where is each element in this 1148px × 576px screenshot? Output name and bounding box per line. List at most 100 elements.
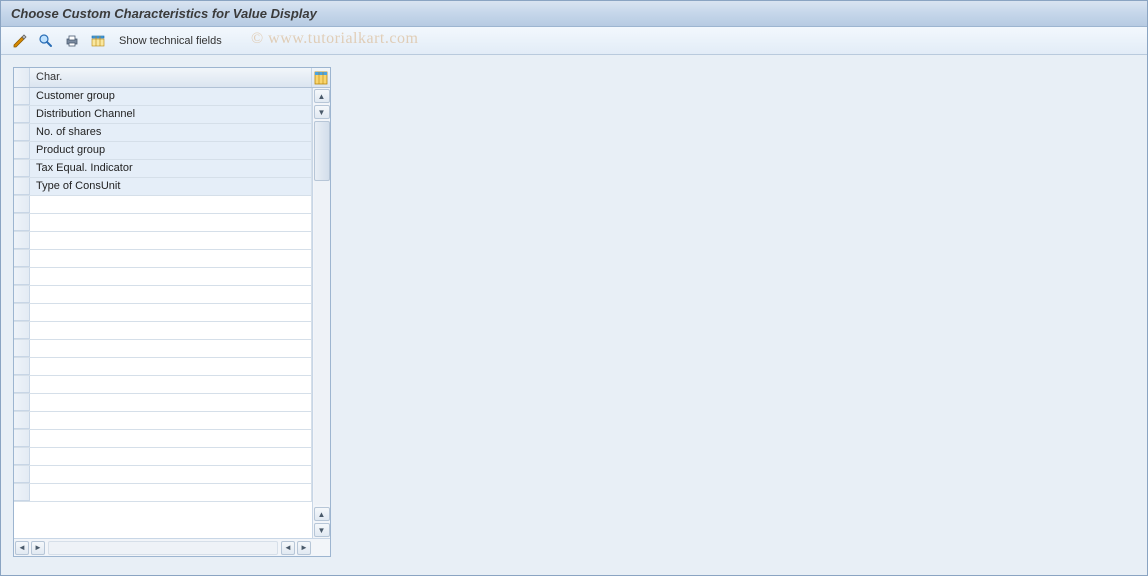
table-row-empty bbox=[14, 376, 312, 394]
hscroll-track[interactable] bbox=[48, 541, 278, 555]
table-row-empty bbox=[14, 466, 312, 484]
table-settings-button[interactable] bbox=[87, 30, 109, 52]
cell-empty[interactable] bbox=[30, 232, 312, 249]
scroll-up-button[interactable]: ▲ bbox=[314, 89, 330, 103]
table-row-empty bbox=[14, 430, 312, 448]
scroll-right-button-2[interactable]: ► bbox=[297, 541, 311, 555]
cell-char[interactable]: Distribution Channel bbox=[30, 106, 312, 123]
cell-empty[interactable] bbox=[30, 196, 312, 213]
row-handle[interactable] bbox=[14, 412, 30, 429]
column-config-icon bbox=[314, 71, 328, 85]
pencil-icon bbox=[12, 33, 28, 49]
titlebar: Choose Custom Characteristics for Value … bbox=[1, 1, 1147, 27]
row-handle[interactable] bbox=[14, 250, 30, 267]
table-row-empty bbox=[14, 286, 312, 304]
row-handle[interactable] bbox=[14, 142, 30, 159]
cell-empty[interactable] bbox=[30, 304, 312, 321]
page-title: Choose Custom Characteristics for Value … bbox=[11, 6, 317, 21]
row-handle[interactable] bbox=[14, 106, 30, 123]
scroll-right-button[interactable]: ► bbox=[31, 541, 45, 555]
row-handle[interactable] bbox=[14, 214, 30, 231]
grid-header-row: Char. bbox=[14, 68, 330, 88]
row-handle[interactable] bbox=[14, 88, 30, 105]
table-row-empty bbox=[14, 340, 312, 358]
row-handle[interactable] bbox=[14, 232, 30, 249]
table-row-empty bbox=[14, 268, 312, 286]
row-handle[interactable] bbox=[14, 376, 30, 393]
scroll-track[interactable] bbox=[314, 121, 330, 505]
row-handle[interactable] bbox=[14, 178, 30, 195]
row-handle[interactable] bbox=[14, 358, 30, 375]
scroll-up-button-2[interactable]: ▲ bbox=[314, 507, 330, 521]
scroll-down-button[interactable]: ▼ bbox=[314, 105, 330, 119]
scroll-left-button-2[interactable]: ◄ bbox=[281, 541, 295, 555]
table-row-empty bbox=[14, 412, 312, 430]
cell-empty[interactable] bbox=[30, 214, 312, 231]
cell-char[interactable]: Type of ConsUnit bbox=[30, 178, 312, 195]
content-area: Char. Customer groupDistribution Channel… bbox=[1, 55, 1147, 569]
table-icon bbox=[90, 33, 106, 49]
watermark: © www.tutorialkart.com bbox=[251, 30, 418, 48]
scroll-left-button[interactable]: ◄ bbox=[15, 541, 29, 555]
table-row: Type of ConsUnit bbox=[14, 178, 312, 196]
cell-empty[interactable] bbox=[30, 376, 312, 393]
cell-empty[interactable] bbox=[30, 340, 312, 357]
table-row: Tax Equal. Indicator bbox=[14, 160, 312, 178]
column-header-char[interactable]: Char. bbox=[30, 68, 312, 87]
column-config-button[interactable] bbox=[312, 68, 330, 87]
magnifier-icon bbox=[38, 33, 54, 49]
cell-char[interactable]: No. of shares bbox=[30, 124, 312, 141]
cell-char[interactable]: Tax Equal. Indicator bbox=[30, 160, 312, 177]
vertical-scrollbar: ▲ ▼ ▲ ▼ bbox=[312, 88, 330, 538]
table-row: Product group bbox=[14, 142, 312, 160]
row-handle[interactable] bbox=[14, 304, 30, 321]
cell-empty[interactable] bbox=[30, 268, 312, 285]
row-handle[interactable] bbox=[14, 124, 30, 141]
row-handle[interactable] bbox=[14, 196, 30, 213]
row-handle[interactable] bbox=[14, 322, 30, 339]
row-handle[interactable] bbox=[14, 340, 30, 357]
scroll-thumb[interactable] bbox=[314, 121, 330, 181]
table-row-empty bbox=[14, 322, 312, 340]
cell-empty[interactable] bbox=[30, 250, 312, 267]
grid-rows-area: Customer groupDistribution ChannelNo. of… bbox=[14, 88, 312, 538]
table-row-empty bbox=[14, 214, 312, 232]
cell-empty[interactable] bbox=[30, 322, 312, 339]
cell-empty[interactable] bbox=[30, 484, 312, 501]
cell-empty[interactable] bbox=[30, 286, 312, 303]
change-button[interactable] bbox=[9, 30, 31, 52]
row-handle[interactable] bbox=[14, 286, 30, 303]
table-row-empty bbox=[14, 394, 312, 412]
cell-empty[interactable] bbox=[30, 448, 312, 465]
select-all-handle[interactable] bbox=[14, 68, 30, 87]
cell-empty[interactable] bbox=[30, 412, 312, 429]
row-handle[interactable] bbox=[14, 394, 30, 411]
cell-empty[interactable] bbox=[30, 358, 312, 375]
cell-empty[interactable] bbox=[30, 394, 312, 411]
row-handle[interactable] bbox=[14, 448, 30, 465]
grid-footer: ◄ ► ◄ ► bbox=[14, 538, 330, 556]
show-technical-fields-button[interactable]: Show technical fields bbox=[119, 35, 222, 47]
row-handle[interactable] bbox=[14, 484, 30, 501]
cell-empty[interactable] bbox=[30, 466, 312, 483]
print-button[interactable] bbox=[61, 30, 83, 52]
find-button[interactable] bbox=[35, 30, 57, 52]
cell-char[interactable]: Product group bbox=[30, 142, 312, 159]
row-handle[interactable] bbox=[14, 430, 30, 447]
cell-empty[interactable] bbox=[30, 430, 312, 447]
table-row-empty bbox=[14, 304, 312, 322]
row-handle[interactable] bbox=[14, 160, 30, 177]
table-row: Distribution Channel bbox=[14, 106, 312, 124]
cell-char[interactable]: Customer group bbox=[30, 88, 312, 105]
scroll-down-button-2[interactable]: ▼ bbox=[314, 523, 330, 537]
printer-icon bbox=[64, 33, 80, 49]
toolbar: Show technical fields © www.tutorialkart… bbox=[1, 27, 1147, 55]
table-row-empty bbox=[14, 484, 312, 502]
table-row-empty bbox=[14, 448, 312, 466]
row-handle[interactable] bbox=[14, 466, 30, 483]
characteristics-grid: Char. Customer groupDistribution Channel… bbox=[13, 67, 331, 557]
table-row-empty bbox=[14, 250, 312, 268]
grid-body: Customer groupDistribution ChannelNo. of… bbox=[14, 88, 330, 538]
table-row-empty bbox=[14, 358, 312, 376]
row-handle[interactable] bbox=[14, 268, 30, 285]
